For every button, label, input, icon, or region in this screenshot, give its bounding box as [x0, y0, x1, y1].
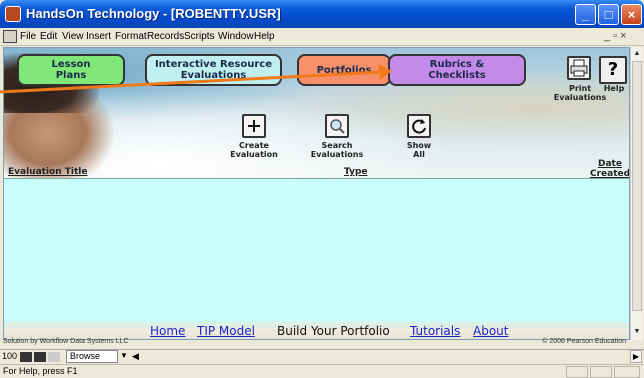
rubrics-label-1: Rubrics &: [429, 59, 485, 70]
window-title: HandsOn Technology - [ROBENTTY.USR]: [26, 6, 281, 21]
column-evaluation-title[interactable]: Evaluation Title: [8, 167, 87, 177]
lesson-plans-button[interactable]: Lesson Plans: [17, 54, 125, 86]
status-cell-2: [590, 366, 612, 378]
minimize-button[interactable]: _: [575, 4, 596, 25]
print-label-2: Evaluations: [553, 93, 607, 102]
build-portfolio-text: Build Your Portfolio: [277, 324, 390, 338]
app-window: HandsOn Technology - [ROBENTTY.USR] _ □ …: [0, 0, 644, 378]
home-link[interactable]: Home: [150, 324, 185, 338]
main-content: Lesson Plans Interactive Resource Evaluati…: [3, 47, 630, 340]
status-text: For Help, press F1: [3, 366, 78, 376]
magnifier-icon[interactable]: [325, 114, 349, 138]
about-link[interactable]: About: [473, 324, 508, 338]
tutorials-link[interactable]: Tutorials: [410, 324, 460, 338]
scroll-thumb[interactable]: [632, 61, 642, 311]
create-label-2: Evaluation: [230, 150, 278, 159]
rubrics-checklists-button[interactable]: Rubrics & Checklists: [388, 54, 526, 86]
search-label-1: Search: [321, 141, 353, 150]
lesson-label-2: Plans: [55, 70, 87, 81]
lesson-label-1: Lesson: [51, 59, 91, 70]
status-cell-1: [566, 366, 588, 378]
interactive-label-2: Evaluations: [180, 70, 247, 81]
scroll-right-icon[interactable]: ▶: [630, 350, 642, 363]
menu-window[interactable]: Window: [218, 31, 254, 42]
credit-left: Solution by Workflow Data Systems LLC: [3, 338, 129, 345]
menu-format[interactable]: Format: [115, 31, 147, 42]
tip-model-link[interactable]: TIP Model: [197, 324, 255, 338]
close-button[interactable]: ×: [621, 4, 642, 25]
mode-select[interactable]: Browse: [66, 350, 118, 363]
show-all-label: Show All: [389, 141, 449, 159]
portfolios-label: Portfolios: [316, 64, 372, 76]
help-label: Help: [603, 84, 625, 93]
show-label-1: Show: [406, 141, 432, 150]
create-label-1: Create: [239, 141, 269, 150]
portfolios-button[interactable]: Portfolios: [297, 54, 391, 86]
scroll-up-icon[interactable]: ▲: [632, 49, 642, 59]
menu-file[interactable]: File: [20, 31, 36, 42]
search-evaluations-label: Search Evaluations: [307, 141, 367, 159]
vertical-scrollbar[interactable]: ▲ ▼: [630, 47, 642, 340]
menu-bar: File Edit View Insert Format Records Scr…: [0, 28, 644, 46]
bottom-toolbar: 100 Browse ▼ ◀ ▶: [0, 349, 644, 363]
search-label-2: Evaluations: [310, 150, 364, 159]
menu-edit[interactable]: Edit: [40, 31, 57, 42]
status-bar: For Help, press F1: [0, 364, 644, 378]
scroll-left-icon[interactable]: ◀: [132, 351, 139, 362]
mdi-controls[interactable]: _ ▫ ×: [604, 30, 627, 42]
refresh-icon[interactable]: [407, 114, 431, 138]
column-date-created[interactable]: Date Created: [590, 159, 629, 179]
zoom-controls-icon[interactable]: [20, 352, 60, 362]
credit-right: © 2006 Pearson Education: [542, 338, 626, 345]
create-evaluation-label: Create Evaluation: [224, 141, 284, 159]
maximize-button[interactable]: □: [598, 4, 619, 25]
rubrics-label-2: Checklists: [428, 70, 486, 81]
menu-insert[interactable]: Insert: [86, 31, 111, 42]
scroll-down-icon[interactable]: ▼: [632, 327, 642, 337]
document-icon[interactable]: [3, 30, 17, 43]
zoom-level[interactable]: 100: [2, 351, 17, 361]
menu-scripts[interactable]: Scripts: [184, 31, 215, 42]
date-label-1: Date: [598, 159, 622, 169]
interactive-resource-evaluations-button[interactable]: Interactive Resource Evaluations: [145, 54, 282, 86]
status-cell-3: [614, 366, 640, 378]
menu-help[interactable]: Help: [254, 31, 275, 42]
interactive-label-1: Interactive Resource: [154, 59, 273, 70]
plus-icon[interactable]: [242, 114, 266, 138]
printer-icon[interactable]: [567, 56, 591, 80]
app-icon: [5, 6, 21, 22]
menu-records[interactable]: Records: [147, 31, 184, 42]
evaluation-list[interactable]: [4, 178, 629, 328]
show-label-2: All: [413, 150, 425, 159]
column-type[interactable]: Type: [344, 167, 367, 177]
chevron-down-icon[interactable]: ▼: [120, 351, 128, 360]
menu-view[interactable]: View: [62, 31, 84, 42]
help-icon[interactable]: ?: [599, 56, 627, 84]
title-bar: HandsOn Technology - [ROBENTTY.USR] _ □ …: [0, 0, 644, 28]
